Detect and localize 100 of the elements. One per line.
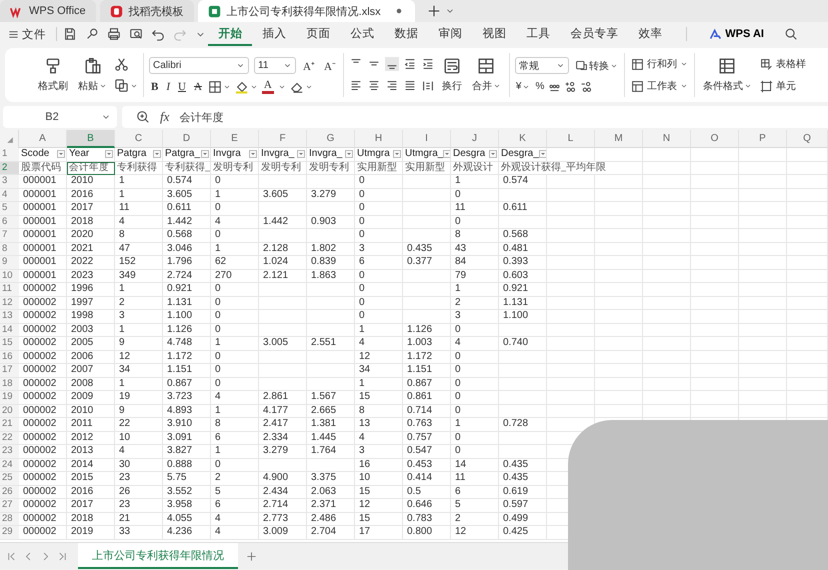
percent-button[interactable]: % <box>534 80 546 93</box>
fill-bucket-icon[interactable] <box>234 80 249 94</box>
column-header[interactable]: G <box>307 130 355 148</box>
row-header[interactable]: 15 <box>0 337 19 350</box>
distribute-icon[interactable] <box>420 79 435 93</box>
row-header[interactable]: 24 <box>0 458 19 472</box>
window-tab[interactable]: WPS Office <box>0 0 96 22</box>
ribbon-tab[interactable]: 插入 <box>252 22 296 46</box>
font-name-dropdown[interactable]: Calibri <box>149 56 249 74</box>
row-header[interactable]: 9 <box>0 256 19 270</box>
paste-button[interactable]: 粘贴 <box>75 55 110 95</box>
ribbon-tab[interactable]: 工具 <box>516 22 560 46</box>
row-header[interactable]: 6 <box>0 216 19 229</box>
column-header[interactable]: O <box>691 130 739 148</box>
ai-button[interactable]: WPS AI <box>703 26 770 42</box>
italic-button[interactable]: I <box>164 80 172 92</box>
cell-button[interactable]: 单元 <box>758 78 807 94</box>
column-header[interactable]: N <box>643 130 691 148</box>
filter-button[interactable] <box>393 150 401 158</box>
decimal-increase-icon[interactable] <box>564 80 578 93</box>
row-header[interactable]: 17 <box>0 364 19 378</box>
currency-button[interactable]: ¥ <box>514 80 532 93</box>
column-header[interactable]: D <box>163 130 211 148</box>
name-box[interactable]: B2 <box>3 106 117 128</box>
print-icon[interactable] <box>107 27 121 41</box>
filter-button[interactable] <box>105 150 113 158</box>
select-all-icon[interactable] <box>4 134 14 144</box>
row-header[interactable]: 20 <box>0 404 19 418</box>
row-header[interactable]: 3 <box>0 175 19 188</box>
font-color-button[interactable]: A <box>262 80 274 94</box>
row-header[interactable]: 16 <box>0 350 19 364</box>
filter-button[interactable] <box>538 150 546 158</box>
row-header[interactable]: 19 <box>0 391 19 404</box>
window-tab[interactable]: 找稻壳模板 <box>100 0 194 22</box>
column-header[interactable]: M <box>595 130 643 148</box>
convert-button[interactable]: 转换 <box>574 58 619 74</box>
column-header[interactable]: P <box>739 130 787 148</box>
decimal-decrease-icon[interactable] <box>580 80 594 93</box>
filter-button[interactable] <box>57 150 65 158</box>
strike-button[interactable]: A <box>192 80 204 92</box>
rows-columns-button[interactable]: 行和列 <box>630 56 689 72</box>
column-header[interactable]: K <box>499 130 547 148</box>
ribbon-tab[interactable]: 效率 <box>628 22 672 46</box>
font-size-dropdown[interactable]: 11 <box>254 56 296 74</box>
row-header[interactable]: 10 <box>0 270 19 283</box>
row-header[interactable]: 26 <box>0 486 19 499</box>
ribbon-tab[interactable]: 页面 <box>296 22 340 46</box>
row-header[interactable]: 23 <box>0 445 19 458</box>
align-right-icon[interactable] <box>384 79 399 93</box>
row-header[interactable]: 27 <box>0 499 19 512</box>
number-format-dropdown[interactable]: 常规 <box>514 57 569 74</box>
row-header[interactable]: 29 <box>0 526 19 540</box>
row-header[interactable]: 1 <box>0 148 19 162</box>
filter-button[interactable] <box>297 150 305 158</box>
row-header[interactable]: 11 <box>0 283 19 296</box>
file-menu[interactable]: 文件 <box>4 24 50 44</box>
bold-button[interactable]: B <box>149 80 160 92</box>
justify-icon[interactable] <box>402 79 417 93</box>
filter-button[interactable] <box>201 150 209 158</box>
row-header[interactable]: 25 <box>0 472 19 486</box>
plus-icon[interactable] <box>426 4 441 18</box>
shrink-font-button[interactable]: A⁻ <box>322 58 338 72</box>
indent-decrease-icon[interactable] <box>402 57 417 71</box>
filter-button[interactable] <box>249 150 257 158</box>
window-tab[interactable]: 上市公司专利获得年限情况.xlsx <box>198 0 415 22</box>
column-header[interactable]: H <box>355 130 403 148</box>
row-header[interactable]: 22 <box>0 432 19 445</box>
column-header[interactable]: Q <box>787 130 828 148</box>
grow-font-button[interactable]: A⁺ <box>301 58 317 72</box>
align-center-icon[interactable] <box>366 79 381 93</box>
underline-button[interactable]: U <box>176 80 188 92</box>
ribbon-tab[interactable]: 公式 <box>340 22 384 46</box>
column-header[interactable]: F <box>259 130 307 148</box>
worksheet-button[interactable]: 工作表 <box>630 78 689 94</box>
sheet-tab[interactable]: 上市公司专利获得年限情况 <box>78 543 238 569</box>
table-style-button[interactable]: 表格样 <box>758 56 807 72</box>
zoom-icon[interactable] <box>136 110 150 124</box>
column-header[interactable]: E <box>211 130 259 148</box>
last-icon[interactable] <box>57 550 68 562</box>
ribbon-tab[interactable]: 视图 <box>472 22 516 46</box>
column-header[interactable]: L <box>547 130 595 148</box>
merge-button[interactable]: 合并 <box>468 55 504 95</box>
scissors-icon[interactable] <box>114 57 129 72</box>
conditional-format-button[interactable]: 条件格式 <box>700 55 755 95</box>
ribbon-tab[interactable]: 会员专享 <box>560 22 628 46</box>
row-header[interactable]: 13 <box>0 310 19 324</box>
row-header[interactable]: 28 <box>0 512 19 526</box>
column-header[interactable]: C <box>115 130 163 148</box>
align-left-icon[interactable] <box>348 79 363 93</box>
filter-button[interactable] <box>345 150 353 158</box>
formula-bar[interactable]: fx 会计年度 <box>122 106 828 128</box>
row-header[interactable]: 12 <box>0 296 19 310</box>
border-grid-icon[interactable] <box>208 80 222 94</box>
row-header[interactable]: 8 <box>0 242 19 256</box>
filter-button[interactable] <box>443 150 450 158</box>
ribbon-tab[interactable]: 开始 <box>208 22 252 46</box>
filter-button[interactable] <box>489 150 497 158</box>
row-header[interactable]: 14 <box>0 324 19 337</box>
row-header[interactable]: 18 <box>0 378 19 391</box>
row-header[interactable]: 7 <box>0 229 19 242</box>
